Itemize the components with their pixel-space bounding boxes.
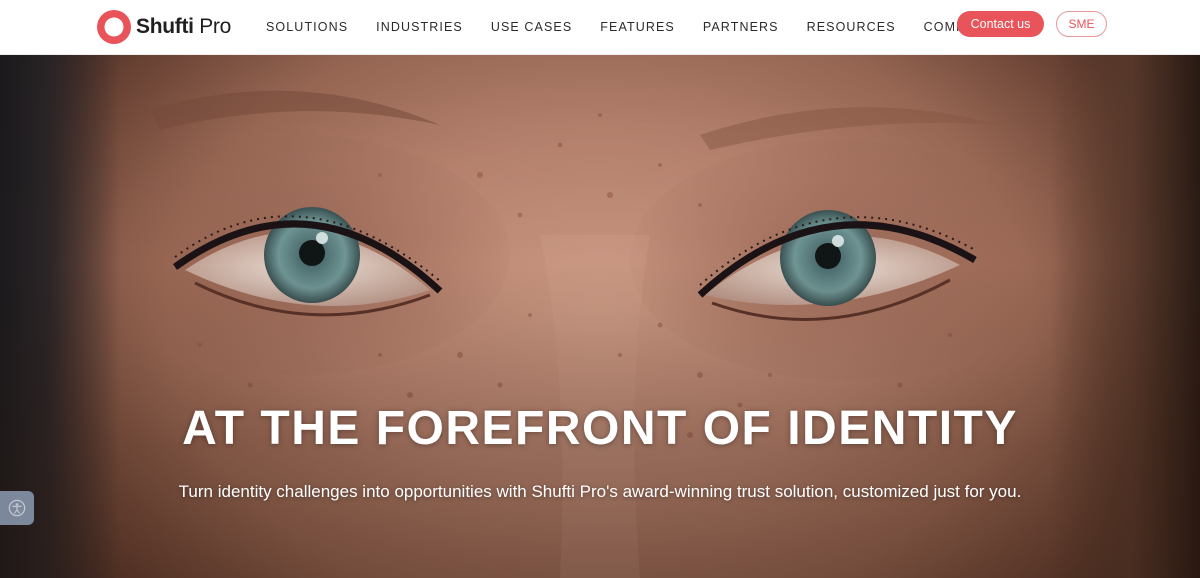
shufti-pro-logo[interactable]: Shufti Pro	[96, 7, 231, 47]
nav-item-partners[interactable]: PARTNERS	[703, 20, 779, 34]
nav-item-solutions[interactable]: SOLUTIONS	[266, 20, 348, 34]
nav-item-resources[interactable]: RESOURCES	[807, 20, 896, 34]
hero-section: AT THE FOREFRONT OF IDENTITY Turn identi…	[0, 55, 1200, 578]
accessibility-icon	[8, 499, 26, 517]
main-nav: SOLUTIONS INDUSTRIES USE CASES FEATURES …	[266, 0, 994, 54]
nav-item-use-cases[interactable]: USE CASES	[491, 20, 572, 34]
site-header: Shufti Pro SOLUTIONS INDUSTRIES USE CASE…	[0, 0, 1200, 55]
accessibility-widget-button[interactable]	[0, 491, 34, 525]
shufti-pro-logo-icon	[97, 10, 131, 44]
hero-title: AT THE FOREFRONT OF IDENTITY	[182, 402, 1018, 455]
hero-subtitle: Turn identity challenges into opportunit…	[178, 482, 1022, 501]
brand-name: Shufti Pro	[136, 15, 232, 38]
nav-item-industries[interactable]: INDUSTRIES	[376, 20, 463, 34]
contact-us-button[interactable]: Contact us	[957, 11, 1044, 37]
nav-item-features[interactable]: FEATURES	[600, 20, 675, 34]
sme-button[interactable]: SME	[1056, 11, 1107, 37]
